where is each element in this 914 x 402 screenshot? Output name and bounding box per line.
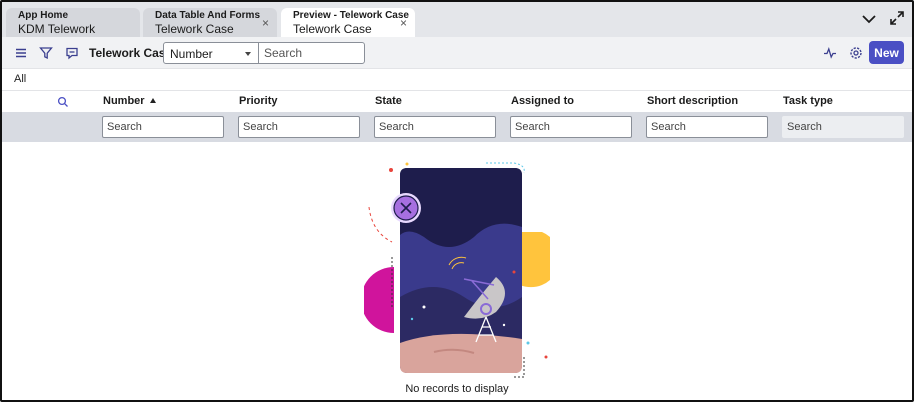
tab-preview-telework-case[interactable]: Preview - Telework Case Telework Case × <box>281 8 415 37</box>
column-label: Assigned to <box>511 95 574 107</box>
filter-all-label[interactable]: All <box>14 73 26 85</box>
sort-ascending-icon <box>149 98 156 103</box>
column-label: Priority <box>239 95 278 107</box>
close-icon[interactable]: × <box>400 16 407 30</box>
filter-icon[interactable] <box>38 45 54 61</box>
search-assigned-to-input[interactable] <box>510 116 632 138</box>
tab-subtitle: Telework Case <box>155 22 234 36</box>
search-priority-input[interactable] <box>238 116 360 138</box>
list-search-input[interactable] <box>258 42 365 64</box>
column-header-task-type[interactable]: Task type <box>783 95 833 107</box>
column-header-short-description[interactable]: Short description <box>647 95 738 107</box>
search-icon[interactable] <box>57 96 69 108</box>
search-number-input[interactable] <box>102 116 224 138</box>
column-header-state[interactable]: State <box>375 95 402 107</box>
tab-title: Data Table And Forms <box>155 10 261 21</box>
column-header-priority[interactable]: Priority <box>239 95 278 107</box>
select-value: Number <box>170 47 213 61</box>
column-header-number[interactable]: Number <box>103 95 156 107</box>
settings-icon[interactable] <box>848 45 864 61</box>
caret-down-icon <box>245 52 251 56</box>
search-field-select[interactable]: Number <box>163 42 259 64</box>
tab-data-table-and-forms[interactable]: Data Table And Forms Telework Case × <box>143 8 277 37</box>
table-body: No records to display <box>2 142 912 400</box>
list-toolbar: Telework Cases Number New <box>2 37 912 69</box>
tab-subtitle: Telework Case <box>293 22 372 36</box>
activity-icon[interactable] <box>822 45 838 61</box>
comment-icon[interactable] <box>64 45 80 61</box>
app-window: App Home KDM Telework Request Data Table… <box>0 0 914 402</box>
close-icon[interactable]: × <box>262 16 269 30</box>
expand-icon[interactable] <box>888 9 906 27</box>
tab-bar: App Home KDM Telework Request Data Table… <box>2 2 912 50</box>
column-label: Task type <box>783 95 833 107</box>
tab-title: App Home <box>18 10 68 21</box>
tab-app-home[interactable]: App Home KDM Telework Request <box>6 8 140 50</box>
menu-icon[interactable] <box>13 45 29 61</box>
column-label: Short description <box>647 95 739 107</box>
column-search-row <box>2 112 912 142</box>
column-label: State <box>375 95 402 107</box>
table-header: Number Priority State Assigned to Short … <box>2 91 912 112</box>
search-state-input[interactable] <box>374 116 496 138</box>
new-button[interactable]: New <box>869 41 904 64</box>
empty-state-message: No records to display <box>405 383 509 395</box>
search-task-type-input <box>782 116 904 138</box>
chevron-down-icon[interactable] <box>860 10 878 28</box>
tab-title: Preview - Telework Case <box>293 10 409 21</box>
column-header-assigned-to[interactable]: Assigned to <box>511 95 574 107</box>
search-short-description-input[interactable] <box>646 116 768 138</box>
column-label: Number <box>103 95 145 107</box>
satellite-dish-illustration <box>364 162 550 378</box>
filter-row: All <box>2 69 912 91</box>
